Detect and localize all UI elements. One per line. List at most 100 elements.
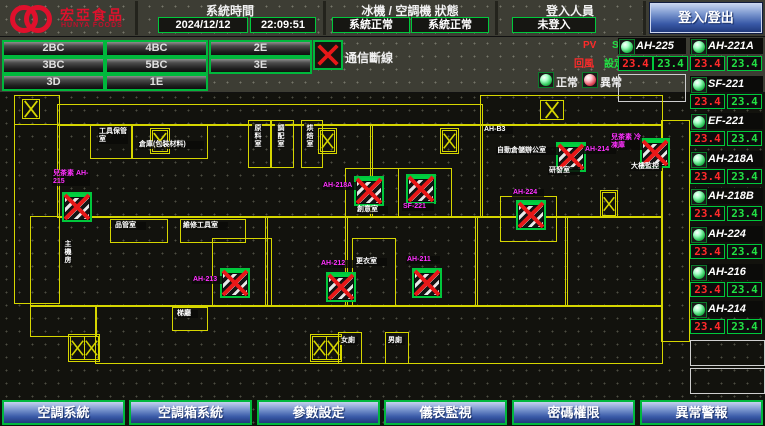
unit-sv-value: 23.4	[727, 94, 762, 109]
floor-button-3bc[interactable]: 3BC	[2, 57, 105, 74]
unit-pv-value: 23.4	[690, 282, 725, 297]
unit-sv-value: 23.4	[727, 282, 762, 297]
status-led	[691, 114, 707, 130]
room-label: 自動倉儲辦公室	[496, 147, 558, 155]
stairs-x-icon	[321, 131, 334, 151]
stairs-x-icon	[85, 337, 98, 359]
nav-alarm-button[interactable]: 異常警報	[640, 400, 763, 425]
ah225-cell[interactable]: AH-225	[618, 38, 686, 54]
wall-segment	[480, 95, 663, 126]
room-label: 調配室	[275, 124, 285, 148]
room-label: 維修工具室	[182, 222, 228, 230]
status-led	[691, 189, 707, 205]
floor-button-5bc[interactable]: 5BC	[105, 57, 208, 74]
login-status-value: 未登入	[512, 17, 596, 33]
equipment-label: AH-224	[512, 189, 544, 197]
green-led	[693, 267, 705, 279]
status-led	[691, 227, 707, 243]
equipment-label: 兒茶素 冷凍庫	[610, 134, 642, 150]
comm-offline-icon	[313, 40, 343, 70]
sidebar-unit-EF-221[interactable]: EF-221	[690, 113, 763, 129]
unit-name: EF-221	[708, 115, 744, 127]
status-led	[619, 39, 635, 55]
status-led	[691, 39, 707, 55]
red-x-icon	[219, 267, 251, 299]
unit-sv-value: 23.4	[727, 169, 762, 184]
room-label: 烘焙室	[304, 124, 314, 148]
red-x-icon	[315, 42, 341, 68]
room-label: 工具保管室	[98, 128, 128, 144]
equipment-label: AH-218A	[322, 182, 356, 190]
system-date-value: 2024/12/12	[158, 17, 248, 33]
floor-button-2e[interactable]: 2E	[209, 40, 312, 57]
room-label: 品管室	[114, 222, 146, 230]
login-logout-button[interactable]: 登入/登出	[650, 3, 762, 33]
sidebar-unit-AH-214[interactable]: AH-214	[690, 301, 763, 317]
sidebar-unit-AH-221A[interactable]: AH-221A	[690, 38, 763, 54]
unit-name: AH-216	[708, 266, 746, 278]
room-label: 女廁	[340, 337, 358, 345]
equipment-unit-offline[interactable]	[406, 174, 436, 204]
unit-name: AH-224	[708, 228, 746, 240]
sidebar-unit-AH-224[interactable]: AH-224	[690, 226, 763, 242]
system-time-value: 22:09:51	[250, 17, 316, 33]
stairs-icon	[442, 130, 457, 152]
unit-pv-value: 23.4	[690, 131, 725, 146]
floor-button-2bc[interactable]: 2BC	[2, 40, 105, 57]
room-label: 創意室	[356, 206, 388, 214]
unit-name: AH-221A	[708, 40, 754, 52]
nav-ahu-system-button[interactable]: 空調箱系統	[129, 400, 252, 425]
ah225-sv-value: 23.4	[653, 56, 688, 71]
stairs-icon	[70, 336, 85, 360]
stairs-icon	[312, 336, 327, 360]
floor-button-4bc[interactable]: 4BC	[105, 40, 208, 57]
ac-status-value: 系統正常	[411, 17, 489, 33]
stairs-x-icon	[327, 337, 340, 359]
normal-led	[538, 72, 554, 88]
stairs-x-icon	[541, 101, 563, 119]
floor-button-1e[interactable]: 1E	[105, 74, 208, 91]
sidebar-unit-AH-218A[interactable]: AH-218A	[690, 151, 763, 167]
wall-segment	[565, 216, 568, 307]
sidebar-unit-AH-218B[interactable]: AH-218B	[690, 188, 763, 204]
stairs-icon	[84, 336, 99, 360]
equipment-label: AH-211	[406, 256, 440, 264]
wall-segment	[30, 305, 97, 337]
unit-pv-value: 23.4	[690, 56, 725, 71]
equipment-unit-offline[interactable]	[412, 268, 442, 298]
stairs-x-icon	[443, 131, 456, 151]
red-led	[584, 74, 596, 86]
stairs-x-icon	[23, 100, 39, 118]
wall-segment	[480, 124, 483, 218]
status-led	[691, 265, 707, 281]
nav-parameter-set-button[interactable]: 參數設定	[257, 400, 380, 425]
unit-name: SF-221	[708, 78, 744, 90]
stairs-icon	[540, 100, 564, 120]
nav-password-auth-button[interactable]: 密碼權限	[512, 400, 635, 425]
wall-segment	[475, 216, 478, 307]
header-bar: 宏亞食品 HUNYA FOODS 系統時間 2024/12/12 22:09:5…	[0, 0, 765, 37]
red-x-icon	[325, 271, 357, 303]
equipment-label: AH-212	[320, 260, 354, 268]
abnormal-led	[582, 72, 598, 88]
company-name-en: HUNYA FOODS	[61, 22, 123, 29]
nav-ac-system-button[interactable]: 空調系統	[2, 400, 125, 425]
green-led	[693, 41, 705, 53]
unit-pv-value: 23.4	[690, 94, 725, 109]
equipment-unit-offline[interactable]	[220, 268, 250, 298]
sidebar-unit-SF-221[interactable]: SF-221	[690, 76, 763, 92]
stairs-icon	[602, 192, 616, 216]
comm-offline-label: 通信斷線	[345, 49, 393, 66]
floor-button-3d[interactable]: 3D	[2, 74, 105, 91]
equipment-unit-offline[interactable]	[326, 272, 356, 302]
red-x-icon	[515, 199, 547, 231]
green-led	[621, 41, 633, 53]
nav-meter-monitor-button[interactable]: 儀表監視	[384, 400, 507, 425]
floor-button-3e[interactable]: 3E	[209, 57, 312, 74]
room-label: 原料室	[252, 124, 262, 148]
equipment-unit-offline[interactable]	[516, 200, 546, 230]
green-led	[693, 154, 705, 166]
equipment-unit-offline[interactable]	[354, 176, 384, 206]
equipment-unit-offline[interactable]	[62, 192, 92, 222]
sidebar-unit-AH-216[interactable]: AH-216	[690, 264, 763, 280]
